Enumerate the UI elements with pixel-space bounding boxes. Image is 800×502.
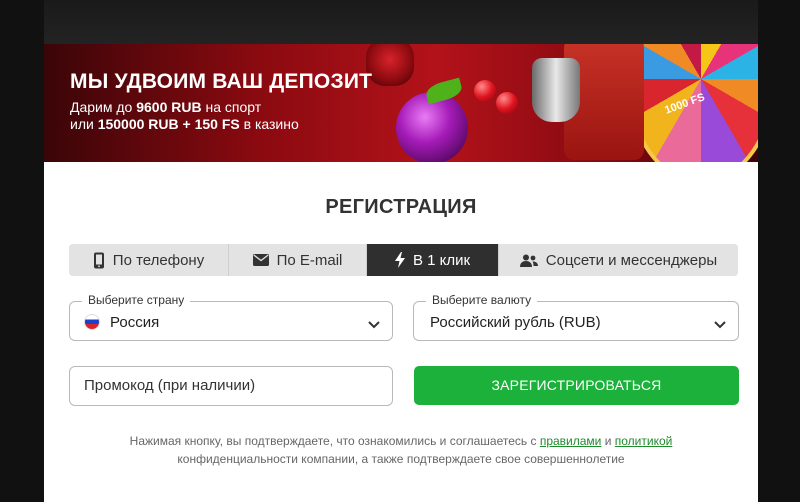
envelope-icon [252,254,269,266]
cherry-decoration [496,92,518,114]
rose-decoration [366,44,414,86]
top-strip [0,0,800,502]
users-icon [519,254,538,267]
tab-email[interactable]: По E-mail [229,244,367,276]
tab-phone[interactable]: По телефону [69,244,229,276]
banner-casino-offer: или 150000 RUB + 150 FS в казино [70,116,299,132]
promo-banner[interactable]: 1000 FS МЫ УДВОИМ ВАШ ДЕПОЗИТ Дарим до 9… [44,44,758,162]
currency-select[interactable]: Выберите валюту Российский рубль (RUB) [413,293,739,341]
russia-flag-icon [84,314,100,330]
registration-tabs: По телефону По E-mail В 1 клик Соцсети и… [69,244,738,276]
promo-code-input[interactable]: Промокод (при наличии) [69,366,393,406]
chevron-down-icon [368,316,380,334]
banner-title: МЫ УДВОИМ ВАШ ДЕПОЗИТ [70,70,373,93]
banner-sport-offer: Дарим до 9600 RUB на спорт [70,99,262,115]
tab-one-click[interactable]: В 1 клик [367,244,499,276]
tab-label: По телефону [112,251,205,269]
rules-link[interactable]: правилами [540,434,602,448]
register-button[interactable]: ЗАРЕГИСТРИРОВАТЬСЯ [414,366,739,405]
terms-text: Нажимая кнопку, вы подтверждаете, что оз… [129,434,673,466]
country-value: Россия [110,314,160,331]
country-select[interactable]: Выберите страну Россия [69,293,393,341]
country-label: Выберите страну [82,293,191,307]
currency-value: Российский рубль (RUB) [430,314,601,331]
tab-label: В 1 клик [412,251,471,269]
phone-icon [93,252,105,269]
tab-label: Соцсети и мессенджеры [545,251,718,269]
trophy-image [532,58,580,122]
chevron-down-icon [714,316,726,334]
cherry-decoration [474,80,496,102]
registration-title: РЕГИСТРАЦИЯ [325,196,477,218]
left-frame [0,0,44,502]
right-frame [758,0,800,502]
registration-card: РЕГИСТРАЦИЯ По телефону По E-mail В 1 кл… [44,162,758,502]
tab-social[interactable]: Соцсети и мессенджеры [499,244,738,276]
tab-label: По E-mail [276,251,343,269]
lightning-icon [394,252,405,268]
currency-label: Выберите валюту [426,293,538,307]
policy-link[interactable]: политикой [615,434,673,448]
